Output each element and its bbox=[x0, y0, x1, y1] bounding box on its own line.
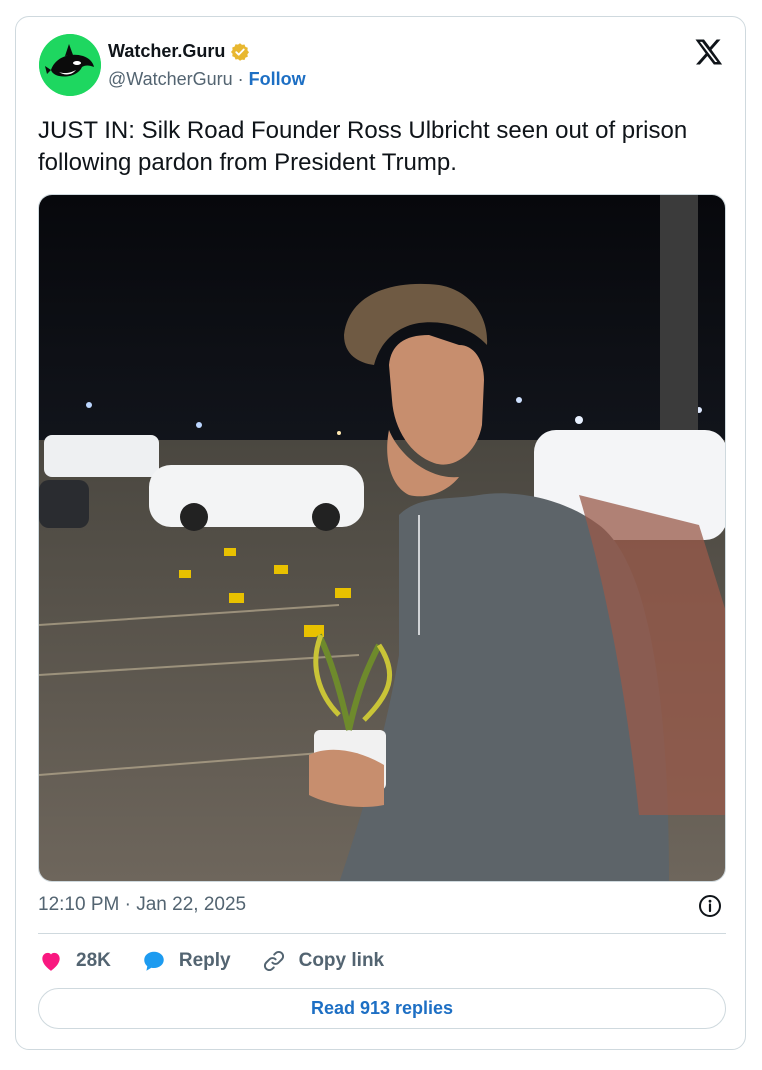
copy-link-label: Copy link bbox=[298, 950, 385, 971]
reply-button[interactable]: Reply bbox=[141, 948, 231, 974]
author-handle-row: @WatcherGuru · Follow bbox=[108, 69, 306, 90]
verified-badge-icon bbox=[231, 42, 250, 61]
author-handle[interactable]: @WatcherGuru bbox=[108, 69, 233, 89]
avatar[interactable] bbox=[39, 34, 101, 96]
tweet-timestamp[interactable]: 12:10 PM · Jan 22, 2025 bbox=[38, 894, 246, 916]
info-icon[interactable] bbox=[698, 894, 722, 918]
like-count: 28K bbox=[76, 950, 111, 971]
reply-label: Reply bbox=[178, 950, 231, 971]
x-logo-icon[interactable] bbox=[693, 37, 723, 67]
follow-button[interactable]: Follow bbox=[249, 69, 306, 89]
like-button[interactable]: 28K bbox=[38, 948, 111, 974]
read-replies-button[interactable]: Read 913 replies bbox=[38, 988, 726, 1029]
tweet-photo[interactable] bbox=[38, 194, 726, 882]
photo-illustration bbox=[39, 195, 725, 881]
divider bbox=[38, 933, 726, 934]
heart-icon bbox=[42, 952, 60, 971]
orca-icon bbox=[39, 34, 101, 96]
handle-separator: · bbox=[232, 69, 249, 89]
author-name-row: Watcher.Guru bbox=[108, 41, 250, 62]
author-display-name[interactable]: Watcher.Guru bbox=[108, 41, 225, 62]
tweet-text: JUST IN: Silk Road Founder Ross Ulbricht… bbox=[38, 117, 688, 176]
reply-bubble-icon bbox=[144, 951, 164, 971]
tweet-card: Watcher.Guru @WatcherGuru · Follow JUST … bbox=[15, 16, 746, 1050]
action-bar: 28K Reply Copy link bbox=[38, 946, 414, 976]
link-icon bbox=[263, 950, 284, 972]
copy-link-button[interactable]: Copy link bbox=[261, 948, 385, 974]
